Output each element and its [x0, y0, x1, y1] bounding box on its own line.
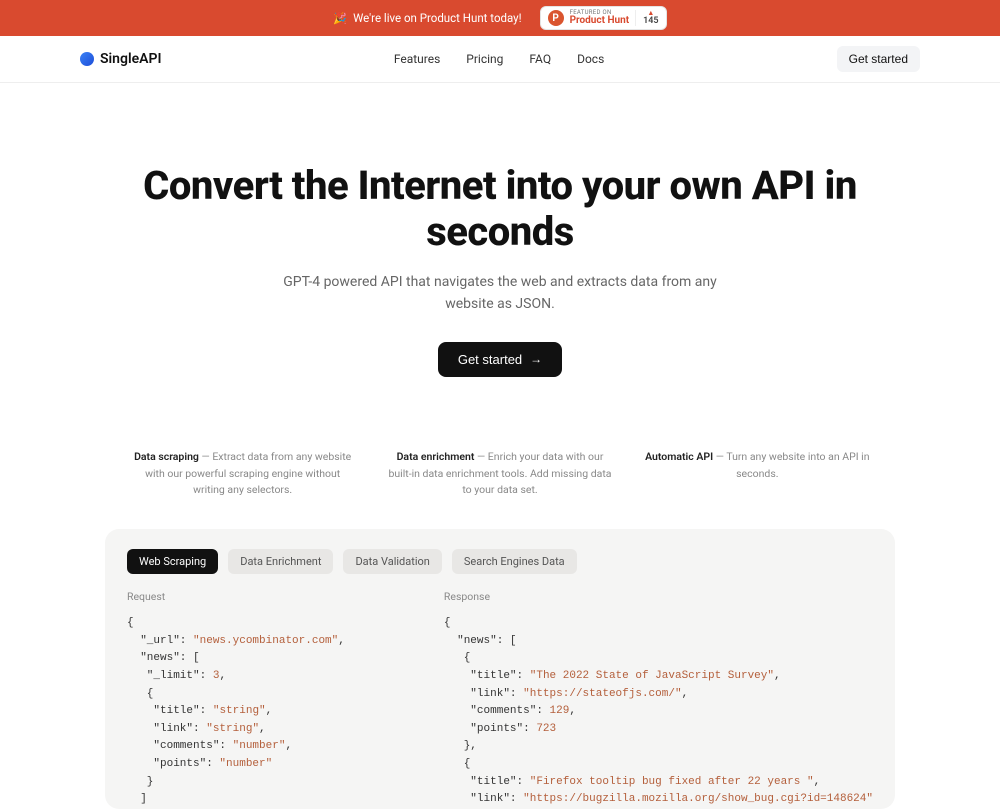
- product-hunt-badge[interactable]: P FEATURED ON Product Hunt ▲ 145: [540, 6, 667, 30]
- response-code: { "news": [ { "title": "The 2022 State o…: [444, 615, 873, 809]
- party-icon: 🎉: [333, 12, 347, 25]
- features-row: Data scraping — Extract data from any we…: [110, 449, 890, 499]
- vote-count: 145: [643, 17, 658, 26]
- hero-cta-label: Get started: [458, 352, 522, 367]
- arrow-right-icon: →: [530, 352, 542, 366]
- hero-get-started-button[interactable]: Get started →: [438, 342, 562, 377]
- announcement-bar: 🎉 We're live on Product Hunt today! P FE…: [0, 0, 1000, 36]
- response-label: Response: [444, 590, 873, 603]
- nav-features[interactable]: Features: [394, 52, 440, 66]
- tab-web-scraping[interactable]: Web Scraping: [127, 549, 218, 574]
- announcement-text: 🎉 We're live on Product Hunt today!: [333, 11, 521, 25]
- request-code: { "_url": "news.ycombinator.com", "news"…: [127, 615, 414, 809]
- product-hunt-logo-icon: P: [548, 10, 564, 26]
- product-hunt-votes: ▲ 145: [635, 10, 658, 26]
- navbar: SingleAPI Features Pricing FAQ Docs Get …: [60, 36, 940, 82]
- hero-title: Convert the Internet into your own API i…: [110, 163, 890, 255]
- product-hunt-name: Product Hunt: [570, 16, 630, 26]
- feature-data-scraping: Data scraping — Extract data from any we…: [130, 449, 355, 499]
- nav-pricing[interactable]: Pricing: [466, 52, 503, 66]
- code-columns: Request { "_url": "news.ycombinator.com"…: [127, 590, 873, 809]
- announcement-message: We're live on Product Hunt today!: [353, 11, 521, 25]
- feature-body: Turn any website into an API in seconds.: [726, 450, 869, 480]
- feature-title: Automatic API: [645, 450, 713, 463]
- response-column: Response { "news": [ { "title": "The 202…: [444, 590, 873, 809]
- brand[interactable]: SingleAPI: [80, 51, 162, 67]
- feature-title: Data scraping: [134, 450, 199, 463]
- tab-data-validation[interactable]: Data Validation: [343, 549, 441, 574]
- nav-docs[interactable]: Docs: [577, 52, 604, 66]
- brand-logo-icon: [80, 52, 94, 66]
- nav-get-started-button[interactable]: Get started: [837, 46, 920, 72]
- tabs: Web Scraping Data Enrichment Data Valida…: [127, 549, 873, 574]
- hero-subtitle: GPT-4 powered API that navigates the web…: [270, 271, 730, 316]
- tab-data-enrichment[interactable]: Data Enrichment: [228, 549, 333, 574]
- request-column: Request { "_url": "news.ycombinator.com"…: [127, 590, 414, 809]
- feature-data-enrichment: Data enrichment — Enrich your data with …: [387, 449, 612, 499]
- feature-title: Data enrichment: [397, 450, 475, 463]
- nav-wrap: SingleAPI Features Pricing FAQ Docs Get …: [0, 36, 1000, 83]
- nav-links: Features Pricing FAQ Docs: [394, 52, 604, 66]
- feature-automatic-api: Automatic API — Turn any website into an…: [645, 449, 870, 499]
- brand-name: SingleAPI: [100, 51, 162, 67]
- product-hunt-text: FEATURED ON Product Hunt: [570, 10, 630, 26]
- hero: Convert the Internet into your own API i…: [90, 83, 910, 417]
- nav-faq[interactable]: FAQ: [529, 52, 551, 66]
- tab-search-engines[interactable]: Search Engines Data: [452, 549, 577, 574]
- request-label: Request: [127, 590, 414, 603]
- code-panel: Web Scraping Data Enrichment Data Valida…: [105, 529, 895, 809]
